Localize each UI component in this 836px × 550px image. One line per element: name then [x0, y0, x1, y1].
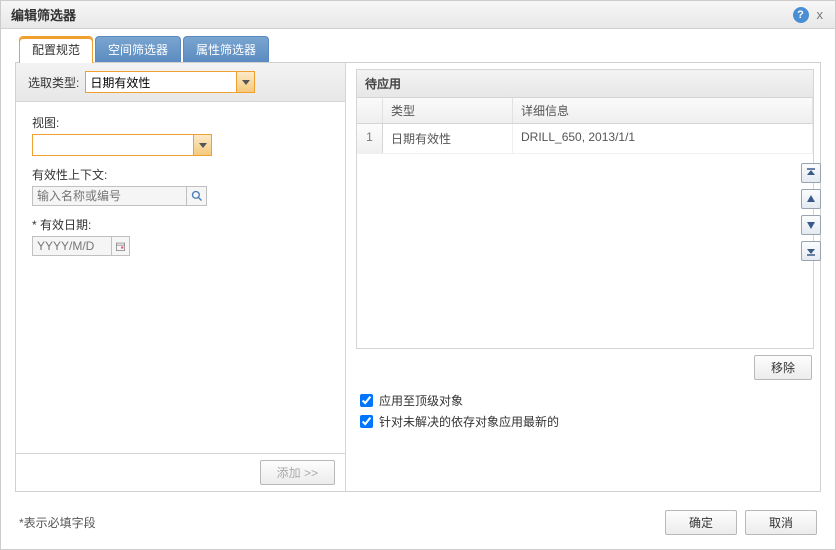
arrow-top-icon — [806, 168, 816, 178]
help-icon[interactable]: ? — [793, 7, 809, 23]
type-select[interactable] — [85, 71, 255, 93]
check-top-level[interactable]: 应用至顶级对象 — [360, 392, 810, 409]
arrow-up-icon — [806, 194, 816, 204]
remove-bar: 移除 — [356, 349, 814, 390]
check-unresolved[interactable]: 针对未解决的依存对象应用最新的 — [360, 413, 810, 430]
tab-attribute[interactable]: 属性筛选器 — [183, 36, 269, 63]
date-field: * 有效日期: — [32, 216, 329, 256]
add-bar: 添加 >> — [16, 453, 345, 491]
arrow-down-icon — [806, 220, 816, 230]
required-note: *表示必填字段 — [19, 514, 657, 531]
form-area: 视图: 有效性上下文: * 有效日期 — [16, 102, 345, 453]
pending-table: 待应用 类型 详细信息 1日期有效性DRILL_650, 2013/1/1 — [356, 69, 814, 349]
add-button[interactable]: 添加 >> — [260, 460, 335, 485]
check-unresolved-box[interactable] — [360, 415, 373, 428]
view-label: 视图: — [32, 114, 329, 131]
move-top-button[interactable] — [801, 163, 821, 183]
checks: 应用至顶级对象 针对未解决的依存对象应用最新的 — [356, 390, 814, 438]
title-bar: 编辑筛选器 ? x — [1, 1, 835, 29]
row-index: 1 — [357, 124, 383, 153]
view-select[interactable] — [32, 134, 212, 156]
cancel-button[interactable]: 取消 — [745, 510, 817, 535]
pending-title: 待应用 — [357, 70, 813, 98]
calendar-button[interactable] — [112, 236, 130, 256]
check-top-level-label: 应用至顶级对象 — [379, 392, 463, 409]
ok-button[interactable]: 确定 — [665, 510, 737, 535]
date-label: * 有效日期: — [32, 216, 329, 233]
col-index — [357, 98, 383, 123]
move-bottom-button[interactable] — [801, 241, 821, 261]
right-pane: 待应用 类型 详细信息 1日期有效性DRILL_650, 2013/1/1 移除… — [346, 63, 820, 491]
tab-bar: 配置规范 空间筛选器 属性筛选器 — [1, 29, 835, 62]
pending-body: 1日期有效性DRILL_650, 2013/1/1 — [357, 124, 813, 348]
context-label: 有效性上下文: — [32, 166, 329, 183]
remove-button[interactable]: 移除 — [754, 355, 812, 380]
context-input[interactable] — [32, 186, 187, 206]
check-top-level-box[interactable] — [360, 394, 373, 407]
dialog-container: 编辑筛选器 ? x 配置规范 空间筛选器 属性筛选器 选取类型: 视图: — [0, 0, 836, 550]
col-type: 类型 — [383, 98, 513, 123]
tab-spatial[interactable]: 空间筛选器 — [95, 36, 181, 63]
reorder-buttons — [801, 163, 821, 261]
pending-header: 类型 详细信息 — [357, 98, 813, 124]
dialog-body: 选取类型: 视图: 有效性上下文: — [15, 62, 821, 492]
check-unresolved-label: 针对未解决的依存对象应用最新的 — [379, 413, 559, 430]
arrow-bottom-icon — [806, 246, 816, 256]
move-up-button[interactable] — [801, 189, 821, 209]
context-field: 有效性上下文: — [32, 166, 329, 206]
footer: *表示必填字段 确定 取消 — [1, 500, 835, 549]
type-label: 选取类型: — [28, 74, 79, 91]
row-detail: DRILL_650, 2013/1/1 — [513, 124, 813, 153]
dialog-title: 编辑筛选器 — [11, 5, 793, 24]
view-select-value[interactable] — [32, 134, 212, 156]
type-bar: 选取类型: — [16, 63, 345, 102]
left-pane: 选取类型: 视图: 有效性上下文: — [16, 63, 346, 491]
row-type: 日期有效性 — [383, 124, 513, 153]
view-field: 视图: — [32, 114, 329, 156]
col-detail: 详细信息 — [513, 98, 813, 123]
tab-config[interactable]: 配置规范 — [19, 36, 93, 63]
date-input[interactable] — [32, 236, 112, 256]
calendar-icon — [115, 241, 126, 252]
close-icon[interactable]: x — [815, 7, 826, 22]
move-down-button[interactable] — [801, 215, 821, 235]
search-icon — [191, 190, 203, 202]
search-button[interactable] — [187, 186, 207, 206]
type-select-value[interactable] — [85, 71, 255, 93]
table-row[interactable]: 1日期有效性DRILL_650, 2013/1/1 — [357, 124, 813, 154]
